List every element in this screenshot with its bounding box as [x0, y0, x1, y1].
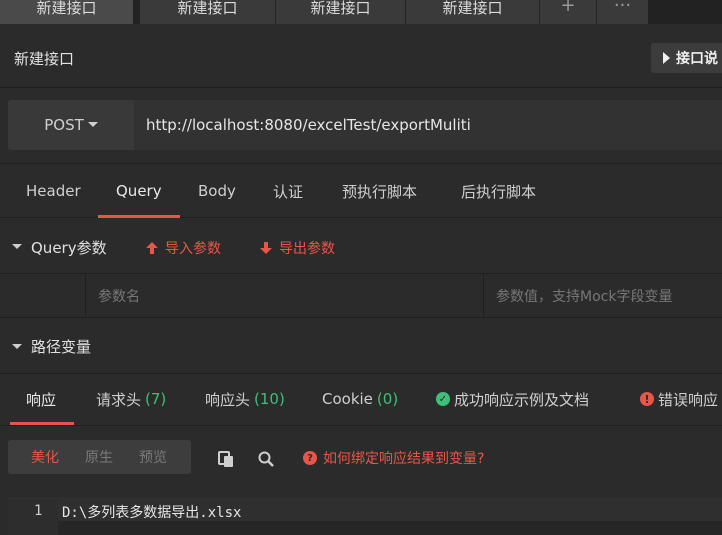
response-toolbar: 美化 原生 预览 ? 如何绑定响应结果到变量?: [0, 426, 722, 492]
more-icon[interactable]: ···: [597, 0, 649, 24]
tab-query[interactable]: Query: [116, 164, 162, 218]
caret-down-icon[interactable]: [12, 244, 22, 249]
query-section-title: Query参数: [31, 239, 107, 257]
param-name-input[interactable]: 参数名: [86, 274, 484, 317]
tab-request-headers-label: 请求头: [96, 390, 142, 409]
url-row: POST http://localhost:8080/excelTest/exp…: [0, 88, 722, 163]
cookie-count: (0): [376, 390, 399, 408]
tab-post-script[interactable]: 后执行脚本: [461, 164, 536, 218]
preview-button[interactable]: 预览: [126, 447, 180, 467]
request-tab-label: 新建接口: [36, 0, 97, 17]
active-tab-indicator: [10, 422, 74, 425]
response-editor[interactable]: 1 D:\多列表多数据导出.xlsx: [8, 498, 722, 535]
tab-error-doc-label: 错误响应: [658, 390, 719, 409]
method-value: POST: [44, 116, 84, 134]
request-tab-label: 新建接口: [177, 0, 238, 17]
tab-error-doc[interactable]: ! 错误响应: [640, 374, 718, 424]
request-tab[interactable]: 新建接口: [276, 0, 406, 24]
response-headers-count: (10): [254, 390, 285, 408]
url-value: http://localhost:8080/excelTest/exportMu…: [146, 116, 471, 134]
tab-response-headers[interactable]: 响应头 (10): [205, 374, 285, 424]
tab-body[interactable]: Body: [198, 164, 236, 218]
path-variables-section: 路径变量: [0, 318, 722, 374]
line-number: 1: [34, 503, 43, 519]
request-tab[interactable]: 新建接口: [0, 0, 134, 24]
caret-down-icon: [87, 121, 98, 127]
request-tab[interactable]: 新建接口: [406, 0, 540, 24]
query-params-section: Query参数 导入参数 导出参数: [0, 218, 722, 274]
tab-cookie-label: Cookie: [322, 390, 373, 408]
bind-response-help-label: 如何绑定响应结果到变量?: [323, 451, 485, 467]
tab-cookie[interactable]: Cookie (0): [322, 374, 398, 424]
play-icon: [663, 52, 670, 64]
beautify-button[interactable]: 美化: [18, 447, 72, 467]
request-config-tabs: Header Query Body 认证 预执行脚本 后执行脚本: [0, 163, 722, 218]
tab-header[interactable]: Header: [26, 164, 81, 218]
param-check-cell: [0, 274, 86, 317]
copy-icon[interactable]: [217, 450, 235, 468]
tab-response-headers-label: 响应头: [205, 390, 251, 409]
arrow-down-icon: [260, 242, 272, 254]
line-gutter: [8, 499, 58, 535]
url-input[interactable]: http://localhost:8080/excelTest/exportMu…: [134, 100, 722, 150]
search-icon[interactable]: [257, 450, 275, 468]
param-value-input[interactable]: 参数值，支持Mock字段变量: [484, 274, 722, 317]
tab-success-doc[interactable]: ✓ 成功响应示例及文档: [436, 374, 589, 424]
plus-icon[interactable]: +: [540, 0, 597, 24]
arrow-up-icon: [146, 242, 158, 254]
raw-button[interactable]: 原生: [72, 447, 126, 467]
request-tabs-bar: 新建接口 新建接口 新建接口 新建接口 + ···: [0, 0, 722, 24]
api-doc-button-label: 接口说: [676, 51, 718, 67]
bind-response-help-link[interactable]: ? 如何绑定响应结果到变量?: [303, 448, 484, 468]
request-tab-label: 新建接口: [310, 0, 371, 17]
caret-down-icon[interactable]: [12, 344, 22, 349]
method-select[interactable]: POST: [8, 100, 134, 150]
response-tabs: 响应 请求头 (7) 响应头 (10) Cookie (0) ✓ 成功响应示例及…: [0, 374, 722, 426]
request-headers-count: (7): [145, 390, 167, 408]
tab-success-doc-label: 成功响应示例及文档: [454, 390, 590, 409]
title-row: 新建接口 接口说: [0, 24, 722, 88]
request-tab-label: 新建接口: [442, 0, 503, 17]
request-tab[interactable]: 新建接口: [140, 0, 276, 24]
view-mode-switch: 美化 原生 预览: [8, 440, 191, 474]
tab-request-headers[interactable]: 请求头 (7): [96, 374, 166, 424]
tab-pre-script[interactable]: 预执行脚本: [342, 164, 417, 218]
export-params-button[interactable]: 导出参数: [259, 238, 335, 258]
response-body-line: D:\多列表多数据导出.xlsx: [62, 505, 242, 521]
param-row: 参数名 参数值，支持Mock字段变量: [0, 274, 722, 318]
api-doc-button[interactable]: 接口说: [651, 43, 722, 73]
check-circle-icon: ✓: [436, 392, 450, 406]
question-circle-icon: ?: [303, 451, 317, 465]
export-params-label: 导出参数: [279, 241, 335, 257]
import-params-button[interactable]: 导入参数: [145, 238, 221, 258]
import-params-label: 导入参数: [165, 241, 221, 257]
tab-response[interactable]: 响应: [26, 374, 56, 424]
error-circle-icon: !: [640, 392, 654, 406]
tab-auth[interactable]: 认证: [273, 164, 303, 218]
path-variables-title: 路径变量: [31, 338, 92, 356]
page-title: 新建接口: [14, 50, 75, 68]
